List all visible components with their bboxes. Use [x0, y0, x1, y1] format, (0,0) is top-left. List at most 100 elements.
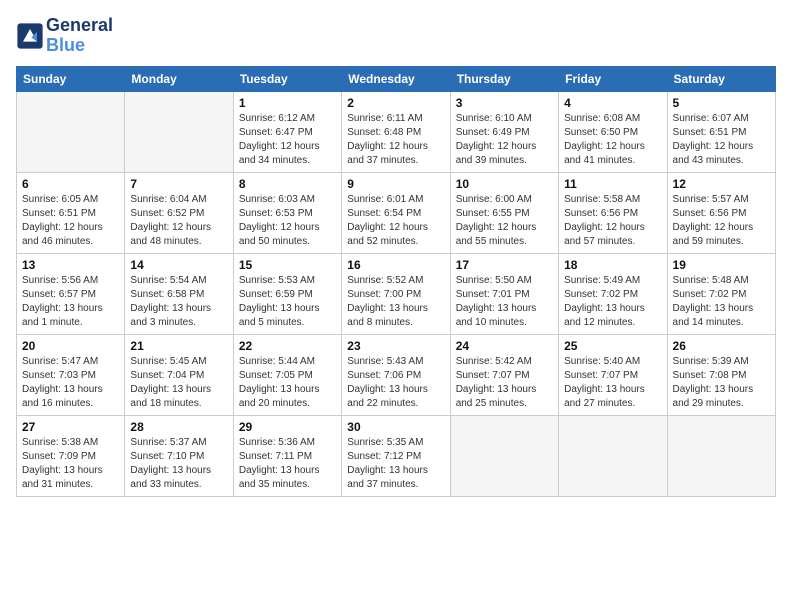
calendar-cell: 7 Sunrise: 6:04 AM Sunset: 6:52 PM Dayli…	[125, 172, 233, 253]
calendar-cell: 12 Sunrise: 5:57 AM Sunset: 6:56 PM Dayl…	[667, 172, 775, 253]
calendar-cell: 19 Sunrise: 5:48 AM Sunset: 7:02 PM Dayl…	[667, 253, 775, 334]
day-info: Sunrise: 5:58 AM Sunset: 6:56 PM Dayligh…	[564, 193, 661, 249]
calendar-cell	[559, 415, 667, 496]
calendar-cell	[17, 91, 125, 172]
calendar-cell: 21 Sunrise: 5:45 AM Sunset: 7:04 PM Dayl…	[125, 334, 233, 415]
calendar-cell: 24 Sunrise: 5:42 AM Sunset: 7:07 PM Dayl…	[450, 334, 558, 415]
day-info: Sunrise: 5:56 AM Sunset: 6:57 PM Dayligh…	[22, 274, 119, 330]
calendar-week-row: 6 Sunrise: 6:05 AM Sunset: 6:51 PM Dayli…	[17, 172, 776, 253]
day-number: 6	[22, 177, 119, 191]
calendar-cell: 8 Sunrise: 6:03 AM Sunset: 6:53 PM Dayli…	[233, 172, 341, 253]
calendar-cell	[667, 415, 775, 496]
day-info: Sunrise: 6:05 AM Sunset: 6:51 PM Dayligh…	[22, 193, 119, 249]
calendar-cell: 20 Sunrise: 5:47 AM Sunset: 7:03 PM Dayl…	[17, 334, 125, 415]
day-info: Sunrise: 5:42 AM Sunset: 7:07 PM Dayligh…	[456, 355, 553, 411]
day-number: 24	[456, 339, 553, 353]
calendar-cell: 22 Sunrise: 5:44 AM Sunset: 7:05 PM Dayl…	[233, 334, 341, 415]
day-number: 13	[22, 258, 119, 272]
day-number: 9	[347, 177, 444, 191]
calendar-cell: 28 Sunrise: 5:37 AM Sunset: 7:10 PM Dayl…	[125, 415, 233, 496]
calendar-week-row: 13 Sunrise: 5:56 AM Sunset: 6:57 PM Dayl…	[17, 253, 776, 334]
calendar-cell: 26 Sunrise: 5:39 AM Sunset: 7:08 PM Dayl…	[667, 334, 775, 415]
day-number: 11	[564, 177, 661, 191]
day-number: 25	[564, 339, 661, 353]
calendar-day-header: Sunday	[17, 66, 125, 91]
day-number: 30	[347, 420, 444, 434]
day-info: Sunrise: 5:45 AM Sunset: 7:04 PM Dayligh…	[130, 355, 227, 411]
day-number: 16	[347, 258, 444, 272]
calendar-cell: 30 Sunrise: 5:35 AM Sunset: 7:12 PM Dayl…	[342, 415, 450, 496]
calendar-cell: 5 Sunrise: 6:07 AM Sunset: 6:51 PM Dayli…	[667, 91, 775, 172]
calendar-day-header: Wednesday	[342, 66, 450, 91]
calendar-day-header: Tuesday	[233, 66, 341, 91]
day-info: Sunrise: 5:50 AM Sunset: 7:01 PM Dayligh…	[456, 274, 553, 330]
calendar-cell: 11 Sunrise: 5:58 AM Sunset: 6:56 PM Dayl…	[559, 172, 667, 253]
calendar-cell: 29 Sunrise: 5:36 AM Sunset: 7:11 PM Dayl…	[233, 415, 341, 496]
day-info: Sunrise: 5:49 AM Sunset: 7:02 PM Dayligh…	[564, 274, 661, 330]
calendar-cell	[450, 415, 558, 496]
calendar-cell: 1 Sunrise: 6:12 AM Sunset: 6:47 PM Dayli…	[233, 91, 341, 172]
day-number: 14	[130, 258, 227, 272]
calendar-cell: 3 Sunrise: 6:10 AM Sunset: 6:49 PM Dayli…	[450, 91, 558, 172]
day-info: Sunrise: 5:53 AM Sunset: 6:59 PM Dayligh…	[239, 274, 336, 330]
day-info: Sunrise: 5:39 AM Sunset: 7:08 PM Dayligh…	[673, 355, 770, 411]
calendar-cell: 10 Sunrise: 6:00 AM Sunset: 6:55 PM Dayl…	[450, 172, 558, 253]
day-info: Sunrise: 5:44 AM Sunset: 7:05 PM Dayligh…	[239, 355, 336, 411]
calendar-cell: 15 Sunrise: 5:53 AM Sunset: 6:59 PM Dayl…	[233, 253, 341, 334]
day-number: 10	[456, 177, 553, 191]
calendar-week-row: 20 Sunrise: 5:47 AM Sunset: 7:03 PM Dayl…	[17, 334, 776, 415]
day-number: 29	[239, 420, 336, 434]
day-info: Sunrise: 6:10 AM Sunset: 6:49 PM Dayligh…	[456, 112, 553, 168]
day-info: Sunrise: 5:37 AM Sunset: 7:10 PM Dayligh…	[130, 436, 227, 492]
calendar-header-row: SundayMondayTuesdayWednesdayThursdayFrid…	[17, 66, 776, 91]
logo-icon	[16, 22, 44, 50]
day-info: Sunrise: 6:12 AM Sunset: 6:47 PM Dayligh…	[239, 112, 336, 168]
logo-text: GeneralBlue	[46, 16, 113, 56]
calendar-cell: 6 Sunrise: 6:05 AM Sunset: 6:51 PM Dayli…	[17, 172, 125, 253]
day-number: 17	[456, 258, 553, 272]
day-info: Sunrise: 5:40 AM Sunset: 7:07 PM Dayligh…	[564, 355, 661, 411]
day-number: 1	[239, 96, 336, 110]
day-number: 27	[22, 420, 119, 434]
calendar-day-header: Thursday	[450, 66, 558, 91]
day-number: 22	[239, 339, 336, 353]
day-info: Sunrise: 6:11 AM Sunset: 6:48 PM Dayligh…	[347, 112, 444, 168]
day-info: Sunrise: 5:47 AM Sunset: 7:03 PM Dayligh…	[22, 355, 119, 411]
day-number: 12	[673, 177, 770, 191]
day-number: 4	[564, 96, 661, 110]
day-number: 18	[564, 258, 661, 272]
day-info: Sunrise: 5:54 AM Sunset: 6:58 PM Dayligh…	[130, 274, 227, 330]
calendar-cell: 13 Sunrise: 5:56 AM Sunset: 6:57 PM Dayl…	[17, 253, 125, 334]
page-header: GeneralBlue	[16, 16, 776, 56]
day-number: 8	[239, 177, 336, 191]
logo: GeneralBlue	[16, 16, 113, 56]
day-info: Sunrise: 6:01 AM Sunset: 6:54 PM Dayligh…	[347, 193, 444, 249]
calendar-week-row: 27 Sunrise: 5:38 AM Sunset: 7:09 PM Dayl…	[17, 415, 776, 496]
day-info: Sunrise: 6:08 AM Sunset: 6:50 PM Dayligh…	[564, 112, 661, 168]
calendar-week-row: 1 Sunrise: 6:12 AM Sunset: 6:47 PM Dayli…	[17, 91, 776, 172]
calendar-cell: 2 Sunrise: 6:11 AM Sunset: 6:48 PM Dayli…	[342, 91, 450, 172]
day-info: Sunrise: 6:00 AM Sunset: 6:55 PM Dayligh…	[456, 193, 553, 249]
calendar-day-header: Saturday	[667, 66, 775, 91]
calendar-cell: 18 Sunrise: 5:49 AM Sunset: 7:02 PM Dayl…	[559, 253, 667, 334]
calendar-cell: 9 Sunrise: 6:01 AM Sunset: 6:54 PM Dayli…	[342, 172, 450, 253]
day-number: 2	[347, 96, 444, 110]
day-number: 23	[347, 339, 444, 353]
calendar-day-header: Monday	[125, 66, 233, 91]
calendar-cell	[125, 91, 233, 172]
day-number: 5	[673, 96, 770, 110]
calendar-cell: 14 Sunrise: 5:54 AM Sunset: 6:58 PM Dayl…	[125, 253, 233, 334]
calendar-day-header: Friday	[559, 66, 667, 91]
calendar-cell: 27 Sunrise: 5:38 AM Sunset: 7:09 PM Dayl…	[17, 415, 125, 496]
day-number: 19	[673, 258, 770, 272]
day-info: Sunrise: 5:43 AM Sunset: 7:06 PM Dayligh…	[347, 355, 444, 411]
calendar-table: SundayMondayTuesdayWednesdayThursdayFrid…	[16, 66, 776, 497]
day-info: Sunrise: 6:03 AM Sunset: 6:53 PM Dayligh…	[239, 193, 336, 249]
calendar-cell: 23 Sunrise: 5:43 AM Sunset: 7:06 PM Dayl…	[342, 334, 450, 415]
day-info: Sunrise: 5:35 AM Sunset: 7:12 PM Dayligh…	[347, 436, 444, 492]
calendar-cell: 17 Sunrise: 5:50 AM Sunset: 7:01 PM Dayl…	[450, 253, 558, 334]
day-info: Sunrise: 5:36 AM Sunset: 7:11 PM Dayligh…	[239, 436, 336, 492]
day-number: 20	[22, 339, 119, 353]
day-number: 7	[130, 177, 227, 191]
calendar-cell: 25 Sunrise: 5:40 AM Sunset: 7:07 PM Dayl…	[559, 334, 667, 415]
